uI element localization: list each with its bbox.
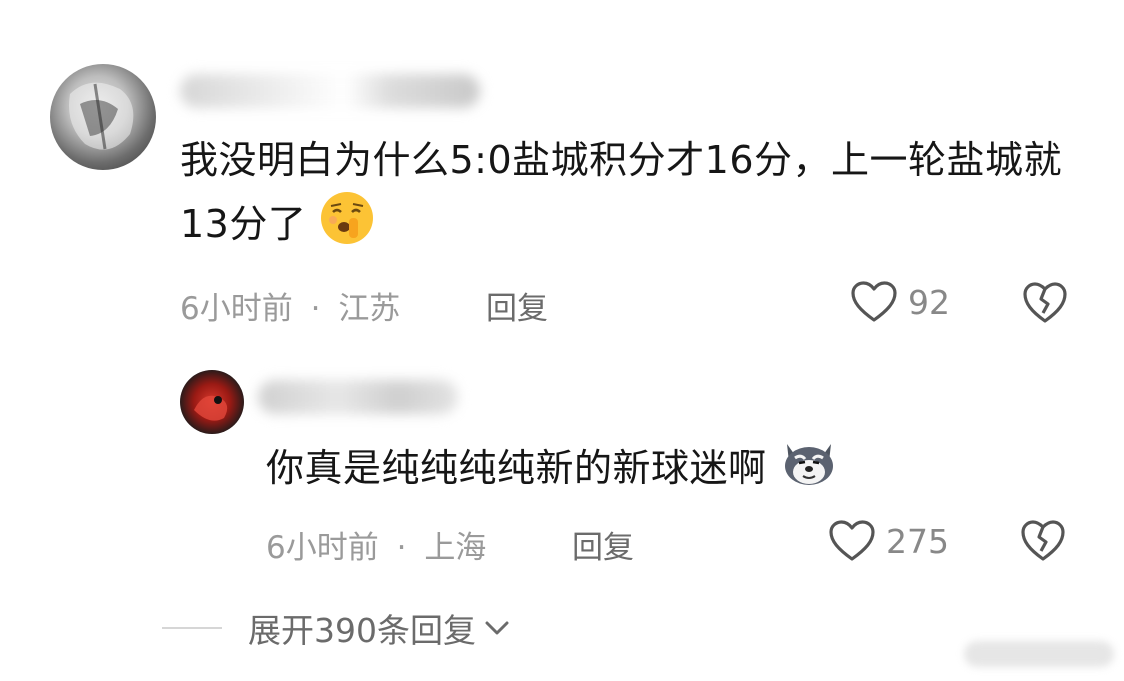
comment-location: 江苏 [338, 291, 401, 327]
meta-separator: · [310, 291, 321, 327]
expand-divider [162, 627, 222, 629]
comment-meta: 6小时前 · 江苏 [180, 283, 400, 328]
husky-dog-emoji-icon [779, 436, 839, 505]
avatar-image [69, 82, 134, 150]
commenter-username-blurred[interactable] [180, 74, 480, 108]
dislike-button[interactable] [1020, 519, 1066, 567]
broken-heart-icon [1021, 520, 1065, 561]
reply-body: 你真是纯纯纯纯新的新球迷啊 [266, 446, 767, 490]
reply-button[interactable]: 回复 [486, 283, 548, 328]
like-count: 92 [908, 282, 950, 322]
reply-meta: 6小时前 · 上海 [266, 522, 486, 567]
shushing-face-emoji-icon [319, 190, 375, 263]
chevron-down-icon [485, 621, 509, 635]
heart-outline-icon [829, 520, 875, 561]
expand-replies-button[interactable]: 展开390条回复 [162, 604, 512, 652]
expand-replies-label: 展开390条回复 [248, 611, 476, 650]
reply-location: 上海 [424, 530, 487, 566]
dislike-button[interactable] [1022, 281, 1068, 329]
reply-text: 你真是纯纯纯纯新的新球迷啊 [266, 436, 1026, 505]
replier-avatar[interactable] [180, 370, 244, 434]
reply-button[interactable]: 回复 [572, 522, 634, 567]
heart-outline-icon [851, 281, 897, 322]
comment-time: 6小时前 [180, 291, 293, 327]
replier-username-blurred[interactable] [258, 380, 458, 414]
like-count: 275 [886, 521, 949, 561]
broken-heart-icon [1023, 282, 1067, 323]
avatar-image [194, 395, 228, 421]
watermark-blurred [964, 641, 1114, 667]
comment-body: 我没明白为什么5:0盐城积分才16分，上一轮盐城就13分了 [180, 138, 1063, 246]
like-button[interactable]: 275 [828, 519, 949, 563]
like-button[interactable]: 92 [850, 280, 950, 324]
commenter-avatar[interactable] [50, 64, 156, 170]
comment-text: 我没明白为什么5:0盐城积分才16分，上一轮盐城就13分了 [180, 130, 1070, 263]
reply-time: 6小时前 [266, 530, 379, 566]
meta-separator: · [396, 530, 407, 566]
